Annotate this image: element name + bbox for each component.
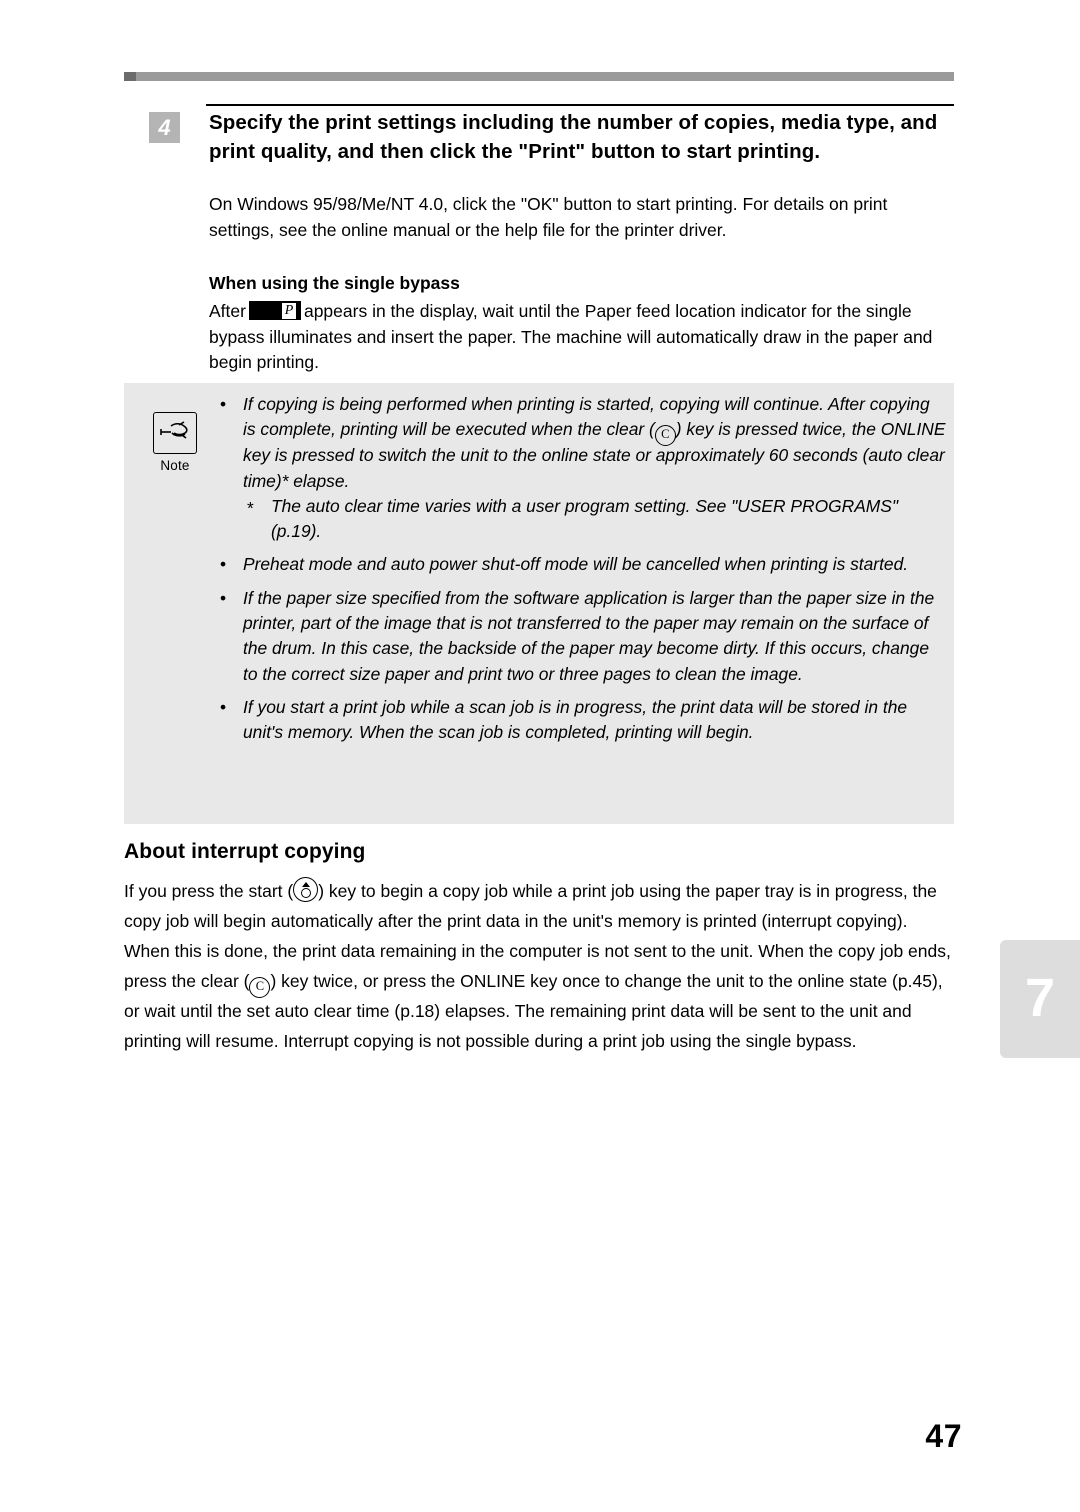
section-title: About interrupt copying [124,840,366,863]
step-heading: Specify the print settings including the… [209,111,938,163]
note-item: If the paper size specified from the sof… [216,586,946,687]
single-bypass-paragraph: After Pappears in the display, wait until… [209,298,957,376]
section-text-1: If you press the start ( [124,881,294,901]
header-rule [124,72,954,81]
note-item-text-1: If the paper size specified from the sof… [243,587,935,684]
step-divider [206,104,954,106]
note-footnote: The auto clear time varies with a user p… [216,494,946,545]
note-icon-group: Note [150,412,200,473]
note-item-text-1: If you start a print job while a scan jo… [243,696,908,743]
section-body: If you press the start () key to begin a… [124,872,954,1056]
note-item: Preheat mode and auto power shut-off mod… [216,552,946,578]
bypass-text-after: appears in the display, wait until the P… [209,301,933,372]
pointing-hand-icon [153,412,197,454]
note-item: If copying is being performed when print… [216,392,946,494]
clear-key-icon: C [654,425,676,447]
step-body-text: On Windows 95/98/Me/NT 4.0, click the "O… [209,194,888,240]
clear-key-icon: C [249,977,271,998]
start-key-icon [293,877,319,902]
bypass-text-before: After [209,301,246,321]
note-label: Note [160,458,190,473]
note-item-text-1: Preheat mode and auto power shut-off mod… [243,554,909,575]
note-item: If you start a print job while a scan jo… [216,695,946,746]
header-rule-accent [124,72,136,81]
lcd-display-icon: P [248,301,301,320]
lcd-p-glyph: P [281,302,296,319]
single-bypass-subheading: When using the single bypass [209,273,460,293]
chapter-tab-number: 7 [1024,968,1056,1028]
step-number-badge: 4 [149,112,180,143]
page-number: 47 [925,1418,962,1454]
note-list: If copying is being performed when print… [216,392,946,746]
